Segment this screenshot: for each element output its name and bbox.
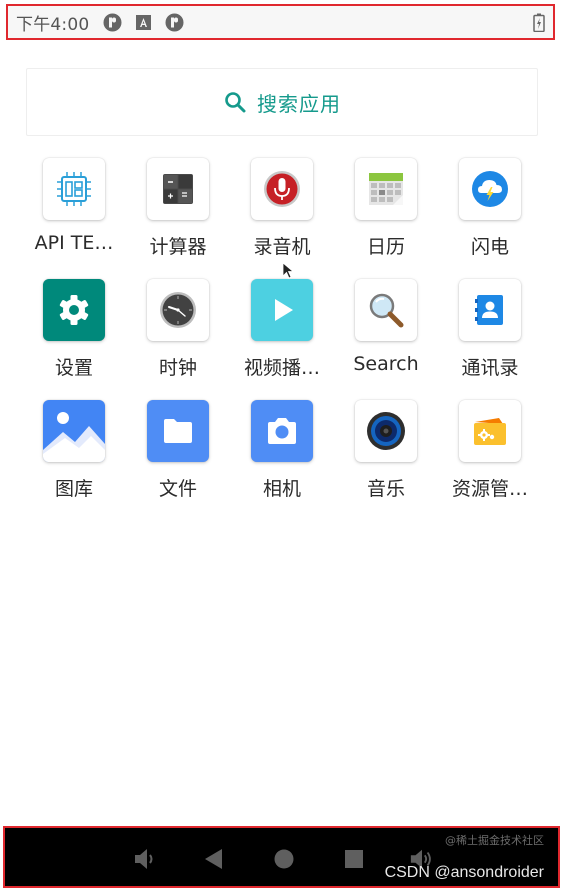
app-music[interactable]: 音乐 <box>331 400 441 510</box>
search-label: 搜索应用 <box>257 91 341 116</box>
app-label: 通讯录 <box>461 357 519 379</box>
app-label: 文件 <box>158 478 197 500</box>
app-label: 时钟 <box>158 357 197 379</box>
file-manager-icon <box>459 400 521 462</box>
app-label: 相机 <box>262 478 301 500</box>
speaker-icon <box>355 400 417 462</box>
app-camera[interactable]: 相机 <box>227 400 337 510</box>
status-time: 下午4:00 <box>16 14 90 35</box>
app-search[interactable]: Search <box>331 279 441 389</box>
app-video-player[interactable]: 视频播… <box>227 279 337 389</box>
search-icon <box>223 90 247 114</box>
mouse-cursor-icon <box>282 262 294 279</box>
app-label: 音乐 <box>366 478 405 500</box>
app-label: Search <box>353 353 419 375</box>
app-label: 设置 <box>54 357 93 379</box>
app-gallery[interactable]: 图库 <box>19 400 129 510</box>
app-calendar[interactable]: 日历 <box>331 158 441 268</box>
notification-p-icon <box>103 13 122 32</box>
app-settings[interactable]: 设置 <box>19 279 129 389</box>
app-label: API TE… <box>34 232 114 254</box>
app-label: 视频播… <box>243 357 320 379</box>
app-label: 资源管… <box>451 478 528 500</box>
camera-icon <box>251 400 313 462</box>
app-contacts[interactable]: 通讯录 <box>435 279 545 389</box>
calendar-icon <box>355 158 417 220</box>
app-calculator[interactable]: 计算器 <box>123 158 233 268</box>
app-api-test[interactable]: API TE… <box>19 158 129 268</box>
folder-icon <box>147 400 209 462</box>
navigation-bar: @稀土掘金技术社区 CSDN @ansondroider <box>3 826 560 888</box>
watermark-small: @稀土掘金技术社区 <box>445 834 544 847</box>
recents-icon[interactable] <box>341 846 367 872</box>
app-files[interactable]: 文件 <box>123 400 233 510</box>
watermark: CSDN @ansondroider <box>384 864 544 881</box>
status-bar: 下午4:00 <box>6 4 555 40</box>
home-icon[interactable] <box>271 846 297 872</box>
app-lightning[interactable]: 闪电 <box>435 158 545 268</box>
cloud-lightning-icon <box>459 158 521 220</box>
notification-a-icon <box>134 13 153 32</box>
back-icon[interactable] <box>200 846 226 872</box>
gear-icon <box>43 279 105 341</box>
chip-icon <box>43 158 105 220</box>
app-file-manager[interactable]: 资源管… <box>435 400 545 510</box>
app-recorder[interactable]: 录音机 <box>227 158 337 268</box>
app-label: 录音机 <box>253 236 311 258</box>
app-label: 闪电 <box>470 236 509 258</box>
app-label: 日历 <box>366 236 405 258</box>
battery-charging-icon <box>533 13 545 32</box>
calculator-icon <box>147 158 209 220</box>
contacts-icon <box>459 279 521 341</box>
gallery-icon <box>43 400 105 462</box>
app-label: 计算器 <box>149 236 207 258</box>
play-icon <box>251 279 313 341</box>
app-label: 图库 <box>54 478 93 500</box>
app-search-bar[interactable]: 搜索应用 <box>26 68 538 136</box>
app-clock[interactable]: 时钟 <box>123 279 233 389</box>
volume-down-icon[interactable] <box>132 846 158 872</box>
notification-p-icon <box>165 13 184 32</box>
magnifier-icon <box>355 279 417 341</box>
microphone-icon <box>251 158 313 220</box>
clock-icon <box>147 279 209 341</box>
